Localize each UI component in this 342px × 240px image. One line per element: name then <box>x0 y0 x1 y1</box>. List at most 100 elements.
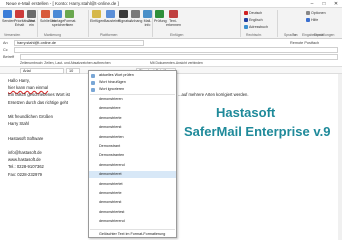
menu-item-bottom[interactable]: Gelöschter Text im Format-Formatierung <box>89 231 176 238</box>
brand-title: Hastasoft <box>216 105 276 120</box>
mail-header: An harry.stahl@t-online.de Remote Postfa… <box>0 39 342 66</box>
body-line: Fax: 0228-232979 <box>8 171 42 177</box>
signature-button[interactable]: Signatur <box>118 10 131 32</box>
ribbon-group-label: Einfügen <box>170 33 184 37</box>
address-book-icon <box>244 25 248 29</box>
format-button[interactable]: Format. fixen <box>64 10 77 32</box>
ribbon-group-label: Rechtschr. <box>246 33 263 37</box>
menu-item-action[interactable]: aktuelles Wort prüfen <box>89 72 176 79</box>
ribbon-button-label: Mail-info <box>143 19 152 27</box>
to-field[interactable]: harry.stahl@t-online.de <box>14 40 144 46</box>
ribbon-group-label: Ton <box>292 33 298 37</box>
ribbon-button-label: Prüfung <box>154 19 167 23</box>
attachment-icon <box>131 10 140 18</box>
attachment-button[interactable]: Anhang <box>130 10 143 32</box>
cc-field[interactable] <box>14 47 338 53</box>
info-button[interactable]: Mail-info <box>142 10 153 32</box>
text-detect-icon <box>168 10 178 18</box>
scrollbar[interactable] <box>338 74 342 240</box>
template-button[interactable]: Vorlage speichern <box>52 10 68 32</box>
menu-item-action[interactable]: Wort hinzufügen <box>89 79 176 86</box>
maximize-button[interactable]: □ <box>318 0 330 8</box>
menu-item-label: aktuelles Wort prüfen <box>99 73 134 77</box>
menu-separator <box>90 94 175 95</box>
body-line: Tel.: 0228-9107362 <box>8 164 44 170</box>
subject-field[interactable] <box>20 54 338 60</box>
remote-mailbox-label: Remote Postfach <box>290 41 320 45</box>
menu-item-suggestion[interactable]: demonstriertest <box>89 209 176 216</box>
body-line: hier kann man einmal <box>8 85 49 91</box>
menu-separator <box>90 228 175 230</box>
ribbon-separator <box>240 10 241 37</box>
blocks-button[interactable]: Bausteine <box>104 10 120 32</box>
menu-item-suggestion[interactable]: demonstrieren <box>89 96 176 103</box>
close-doc-icon <box>41 10 50 18</box>
german-flag-icon <box>244 11 248 15</box>
ribbon-separator <box>88 10 89 37</box>
body-inline-text: ...auf mehrere Arten korrigiert werden. <box>178 92 249 97</box>
address-book-button[interactable]: Adressbuch <box>244 25 268 29</box>
menu-action-icon <box>91 87 95 92</box>
body-line: Harry Stahl <box>8 121 29 127</box>
paste-button[interactable]: Einfügen <box>90 10 104 32</box>
ribbon-group-label: Markierung <box>44 33 61 37</box>
format-icon <box>65 10 74 18</box>
send-button[interactable]: Senden <box>2 10 15 32</box>
menu-item-suggestion[interactable]: demonstrieret <box>89 171 176 179</box>
text-detect-button[interactable]: Text-erkennen <box>166 10 181 32</box>
cc-label: Cc <box>3 48 8 52</box>
priority-icon <box>15 10 24 18</box>
body-line: info@hastasoft.de <box>8 150 42 155</box>
language-label: Deutsch <box>249 11 263 15</box>
close-button[interactable]: ✕ <box>330 0 342 8</box>
quote-button[interactable]: Zitat ein <box>26 10 37 32</box>
subject-label: Betreff <box>3 55 15 59</box>
brand-product: SaferMail Enterprise v.9 <box>184 124 331 139</box>
help-icon <box>306 18 310 22</box>
body-line: Hallo Harry, <box>8 78 30 83</box>
menu-item-suggestion[interactable]: demonstrierst <box>89 199 176 206</box>
menu-action-icon <box>91 73 95 78</box>
menu-item-suggestion[interactable]: demonstriere <box>89 105 176 112</box>
ribbon-button-label: Format. fixen <box>64 19 77 27</box>
menu-item-suggestion[interactable]: demonstrierst <box>89 124 176 131</box>
menu-item-suggestion[interactable]: demonstrierend <box>89 162 176 169</box>
app-window: Neue e-Mail erstellen - [ Konto: Harry.s… <box>0 0 342 240</box>
menu-item-label: Wort ignorieren <box>99 87 125 91</box>
menu-item-suggestion[interactable]: Demonstranten <box>89 152 176 159</box>
body-line: Mit freundlichen Grüßen <box>8 114 53 119</box>
menu-item-label: Wort hinzufügen <box>99 80 126 84</box>
priority-button[interactable]: Prioritätsverz. Erhalt <box>14 10 36 32</box>
menu-action-icon <box>91 80 95 85</box>
send-icon <box>3 10 12 18</box>
ribbon-button-label: Anhang <box>130 19 143 23</box>
help-button[interactable]: Hilfe <box>306 18 318 22</box>
ribbon-separator <box>37 10 38 37</box>
to-label: An <box>3 41 8 45</box>
menu-item-action[interactable]: Wort ignorieren <box>89 86 176 93</box>
body-line: www.hastasoft.de <box>8 157 41 163</box>
menu-item-suggestion[interactable]: demonstrierend <box>89 218 176 225</box>
language-german[interactable]: Deutsch <box>244 11 262 15</box>
menu-item-suggestion[interactable]: Demonstrant <box>89 143 176 150</box>
wrap-option[interactable]: Zeilenumbruch: Zeilen, Laut- und Absatzz… <box>20 61 110 65</box>
language-english[interactable]: Englisch <box>244 18 263 22</box>
ribbon-button-label: Senden <box>2 19 15 23</box>
body-line: Hastasoft Software <box>8 135 44 141</box>
menu-item-suggestion[interactable]: demonstrierte <box>89 115 176 122</box>
options-button[interactable]: Optionen <box>306 11 326 15</box>
close-doc-button[interactable]: Schließen <box>40 10 56 32</box>
menu-item-suggestion[interactable]: demonstrierten <box>89 134 176 141</box>
menu-item-suggestion[interactable]: demonstriertet <box>89 181 176 188</box>
spellcheck-button[interactable]: Prüfung <box>154 10 167 32</box>
document-view-option[interactable]: Mit Dokumenten-Ansicht verbinden <box>150 61 203 65</box>
template-icon <box>53 10 62 18</box>
body-line: Ersetzen durch das richtige geht <box>8 99 69 105</box>
quote-icon <box>27 10 36 18</box>
blocks-icon <box>106 10 115 18</box>
ribbon-toolbar: Deutsch Englisch Adressbuch Optionen Hil… <box>0 8 342 39</box>
spellcheck-icon <box>155 10 164 18</box>
minimize-button[interactable]: – <box>306 0 318 8</box>
ribbon-group-label: Plattformen <box>100 33 118 37</box>
menu-item-suggestion[interactable]: demonstrierte <box>89 190 176 197</box>
